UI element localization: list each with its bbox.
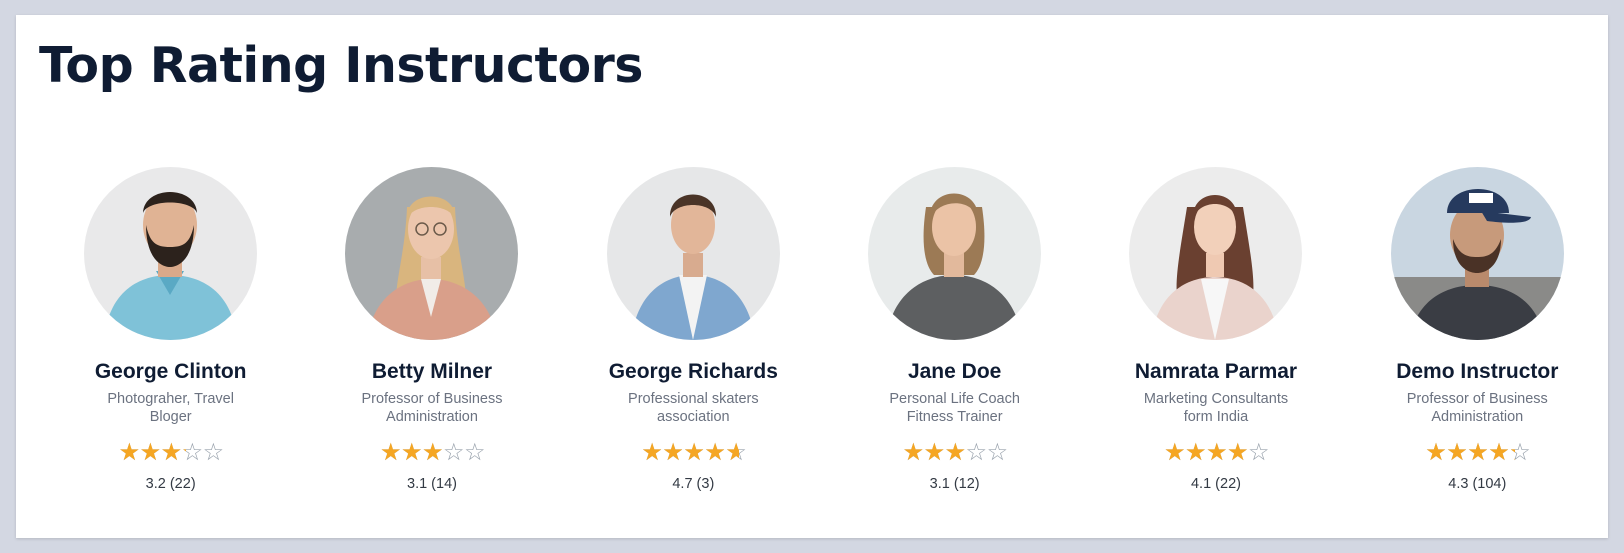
avatar-photo-icon bbox=[345, 167, 519, 340]
top-instructors-panel: Top Rating Instructors George Clinton Ph… bbox=[16, 15, 1608, 538]
star-icon: ☆★ bbox=[944, 438, 967, 466]
avatar[interactable] bbox=[606, 167, 780, 340]
instructor-role: Marketing Consultants form India bbox=[1143, 391, 1289, 425]
instructor-name[interactable]: Demo Instructor bbox=[1396, 360, 1558, 384]
star-icon: ☆ bbox=[202, 438, 225, 466]
avatar-photo-icon bbox=[1129, 167, 1303, 340]
rating-score: 3.1 (14) bbox=[407, 476, 457, 492]
section-title: Top Rating Instructors bbox=[39, 37, 643, 94]
star-rating: ☆★☆★☆★☆★☆★ bbox=[1425, 438, 1531, 466]
instructor-role: Personal Life Coach Fitness Trainer bbox=[889, 391, 1020, 425]
instructor-card[interactable]: Namrata Parmar Marketing Consultants for… bbox=[1085, 167, 1346, 492]
instructor-card[interactable]: Demo Instructor Professor of Business Ad… bbox=[1347, 167, 1608, 492]
instructor-card[interactable]: George Richards Professional skaters ass… bbox=[563, 167, 824, 492]
rating-score: 4.3 (104) bbox=[1448, 476, 1507, 492]
star-icon: ☆★ bbox=[902, 438, 925, 466]
rating-score: 4.1 (22) bbox=[1190, 476, 1241, 492]
avatar[interactable] bbox=[1129, 167, 1303, 340]
instructor-name[interactable]: Namrata Parmar bbox=[1135, 360, 1297, 384]
star-icon: ☆★ bbox=[1446, 438, 1468, 466]
star-icon: ☆★ bbox=[1184, 438, 1207, 466]
star-icon: ☆★ bbox=[1467, 438, 1489, 466]
star-icon: ☆★ bbox=[181, 438, 204, 466]
star-icon: ☆★ bbox=[1247, 438, 1270, 466]
star-icon: ☆★ bbox=[118, 438, 141, 466]
star-icon: ☆★ bbox=[1205, 438, 1228, 466]
avatar-photo-icon bbox=[84, 167, 258, 340]
instructor-name[interactable]: George Richards bbox=[609, 360, 778, 384]
star-icon: ☆★ bbox=[442, 438, 465, 466]
star-rating: ☆★☆★☆★☆★☆★ bbox=[1163, 438, 1270, 466]
star-icon: ☆★ bbox=[160, 438, 183, 466]
avatar[interactable] bbox=[84, 167, 258, 340]
star-rating: ☆★☆★☆★☆★☆★ bbox=[641, 438, 747, 466]
star-icon: ☆★ bbox=[1163, 438, 1186, 466]
star-icon: ☆★ bbox=[704, 438, 726, 466]
instructor-role: Professor of Business Administration bbox=[361, 391, 503, 425]
avatar[interactable] bbox=[868, 167, 1042, 340]
instructor-card[interactable]: Jane Doe Personal Life Coach Fitness Tra… bbox=[824, 167, 1085, 492]
instructor-grid: George Clinton Photograher, Travel Bloge… bbox=[16, 167, 1608, 492]
instructor-name[interactable]: Jane Doe bbox=[908, 360, 1001, 384]
star-icon: ☆★ bbox=[683, 438, 705, 466]
star-icon: ☆ bbox=[463, 438, 486, 466]
star-icon: ☆★ bbox=[379, 438, 402, 466]
avatar-photo-icon bbox=[606, 167, 780, 340]
instructor-role: Professor of Business Administration bbox=[1406, 391, 1548, 425]
star-rating: ☆★☆★☆★☆★☆ bbox=[118, 438, 225, 466]
star-icon: ☆★ bbox=[923, 438, 946, 466]
avatar-photo-icon bbox=[868, 167, 1042, 340]
star-icon: ☆★ bbox=[139, 438, 162, 466]
star-icon: ☆★ bbox=[1488, 438, 1510, 466]
rating-score: 3.1 (12) bbox=[929, 476, 980, 492]
star-icon: ☆★ bbox=[1509, 438, 1531, 466]
instructor-card[interactable]: George Clinton Photograher, Travel Bloge… bbox=[40, 167, 301, 492]
star-rating: ☆★☆★☆★☆★☆ bbox=[379, 438, 486, 466]
star-icon: ☆ bbox=[986, 438, 1009, 466]
star-icon: ☆★ bbox=[965, 438, 988, 466]
instructor-card[interactable]: Betty Milner Professor of Business Admin… bbox=[301, 167, 562, 492]
rating-score: 4.7 (3) bbox=[672, 476, 715, 492]
star-rating: ☆★☆★☆★☆★☆ bbox=[902, 438, 1009, 466]
instructor-role: Professional skaters association bbox=[628, 391, 759, 425]
star-icon: ☆★ bbox=[421, 438, 444, 466]
star-icon: ☆★ bbox=[662, 438, 684, 466]
star-icon: ☆★ bbox=[1226, 438, 1249, 466]
instructor-name[interactable]: George Clinton bbox=[95, 360, 247, 384]
star-icon: ☆★ bbox=[1425, 438, 1447, 466]
instructor-role: Photograher, Travel Bloger bbox=[107, 391, 234, 425]
avatar-photo-icon bbox=[1390, 167, 1564, 340]
star-icon: ☆★ bbox=[400, 438, 423, 466]
instructor-name[interactable]: Betty Milner bbox=[372, 360, 492, 384]
rating-score: 3.2 (22) bbox=[145, 476, 196, 492]
avatar[interactable] bbox=[1390, 167, 1564, 340]
star-icon: ☆★ bbox=[641, 438, 663, 466]
avatar[interactable] bbox=[345, 167, 519, 340]
star-icon: ☆★ bbox=[725, 438, 747, 466]
